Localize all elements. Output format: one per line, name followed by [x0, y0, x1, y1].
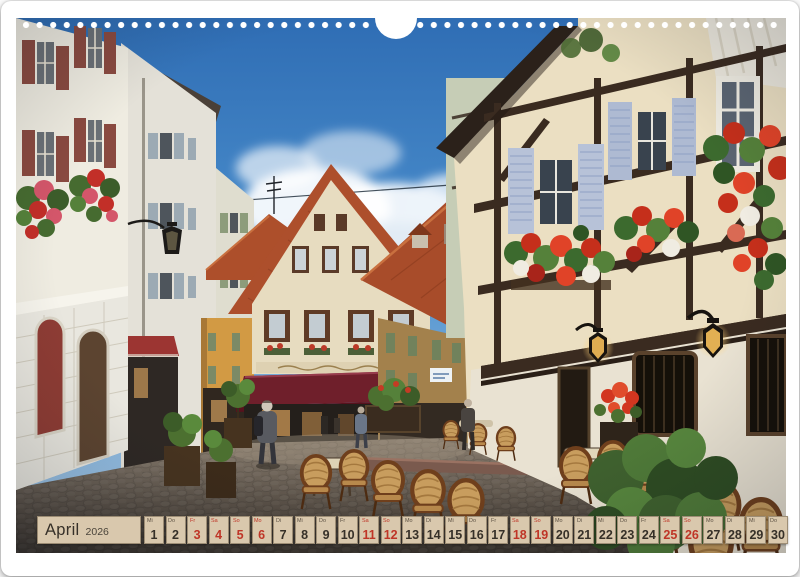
weekday-abbr: Mo: [254, 518, 262, 523]
day-number: 9: [317, 528, 335, 542]
calendar-day-cell: Mo 20: [553, 516, 573, 544]
year-label: 2026: [86, 523, 109, 538]
calendar-day-cell: Mo 13: [402, 516, 422, 544]
weekday-abbr: Sa: [211, 518, 218, 523]
calendar-day-cell: So 19: [531, 516, 551, 544]
calendar-day-cell: Mo 6: [252, 516, 272, 544]
weekday-abbr: Mi: [749, 518, 755, 523]
day-number: 1: [145, 528, 163, 542]
day-number: 8: [296, 528, 314, 542]
calendar-day-cell: Mi 1: [144, 516, 164, 544]
day-number: 10: [339, 528, 357, 542]
calendar-day-cell: Do 2: [166, 516, 186, 544]
calendar-day-cell: Do 16: [467, 516, 487, 544]
calendar-day-cell: Fr 3: [187, 516, 207, 544]
calendar-day-cell: Do 23: [617, 516, 637, 544]
calendar-day-cell: So 12: [381, 516, 401, 544]
weekday-abbr: Sa: [362, 518, 369, 523]
day-number: 11: [360, 528, 378, 542]
day-number: 29: [747, 528, 765, 542]
day-number: 15: [446, 528, 464, 542]
day-number: 21: [575, 528, 593, 542]
weekday-abbr: Di: [426, 518, 431, 523]
day-number: 28: [726, 528, 744, 542]
day-number: 6: [253, 528, 271, 542]
day-number: 5: [231, 528, 249, 542]
weekday-abbr: So: [684, 518, 691, 523]
calendar-day-cell: Sa 25: [660, 516, 680, 544]
day-number: 25: [661, 528, 679, 542]
calendar-day-cell: Sa 11: [359, 516, 379, 544]
calendar-day-cell: Di 28: [725, 516, 745, 544]
weekday-abbr: Fr: [340, 518, 345, 523]
day-number: 7: [274, 528, 292, 542]
photo-vignette: [16, 18, 786, 553]
weekday-abbr: So: [383, 518, 390, 523]
weekday-abbr: Do: [469, 518, 476, 523]
calendar-day-cell: So 26: [682, 516, 702, 544]
weekday-abbr: Do: [770, 518, 777, 523]
day-number: 12: [382, 528, 400, 542]
weekday-abbr: Mi: [147, 518, 153, 523]
weekday-abbr: Fr: [491, 518, 496, 523]
weekday-abbr: Fr: [190, 518, 195, 523]
calendar-day-cell: Fr 17: [488, 516, 508, 544]
calendar-day-cell: Mi 22: [596, 516, 616, 544]
calendar-strip: April 2026 Mi1Do2Fr3Sa4So5Mo6Di7Mi8Do9Fr…: [37, 516, 788, 544]
weekday-abbr: Do: [620, 518, 627, 523]
month-box: April 2026: [37, 516, 141, 544]
calendar-day-cell: Di 7: [273, 516, 293, 544]
day-number: 26: [683, 528, 701, 542]
calendar-day-cell: Di 14: [424, 516, 444, 544]
weekday-abbr: Mi: [297, 518, 303, 523]
day-number: 24: [640, 528, 658, 542]
weekday-abbr: Mo: [405, 518, 413, 523]
weekday-abbr: Di: [276, 518, 281, 523]
calendar-day-cell: Do 9: [316, 516, 336, 544]
weekday-abbr: So: [534, 518, 541, 523]
month-name: April: [45, 521, 80, 540]
calendar-day-cell: Di 21: [574, 516, 594, 544]
calendar-page: April 2026 Mi1Do2Fr3Sa4So5Mo6Di7Mi8Do9Fr…: [1, 1, 799, 576]
calendar-day-cell: Mo 27: [703, 516, 723, 544]
weekday-abbr: Do: [168, 518, 175, 523]
day-number: 20: [554, 528, 572, 542]
weekday-abbr: Fr: [641, 518, 646, 523]
photo-area: [16, 18, 786, 553]
weekday-abbr: Mi: [448, 518, 454, 523]
day-number: 23: [618, 528, 636, 542]
street-scene-photo: [16, 18, 786, 553]
weekday-abbr: Mo: [706, 518, 714, 523]
calendar-day-cell: Mi 29: [746, 516, 766, 544]
day-row: Mi1Do2Fr3Sa4So5Mo6Di7Mi8Do9Fr10Sa11So12M…: [144, 516, 788, 544]
day-number: 22: [597, 528, 615, 542]
day-number: 30: [769, 528, 787, 542]
day-number: 19: [532, 528, 550, 542]
calendar-day-cell: So 5: [230, 516, 250, 544]
weekday-abbr: Sa: [663, 518, 670, 523]
day-number: 27: [704, 528, 722, 542]
day-number: 14: [425, 528, 443, 542]
calendar-day-cell: Do 30: [768, 516, 788, 544]
day-number: 2: [167, 528, 185, 542]
calendar-day-cell: Fr 24: [639, 516, 659, 544]
weekday-abbr: Mo: [555, 518, 563, 523]
day-number: 13: [403, 528, 421, 542]
day-number: 3: [188, 528, 206, 542]
calendar-day-cell: Fr 10: [338, 516, 358, 544]
calendar-day-cell: Mi 8: [295, 516, 315, 544]
calendar-day-cell: Sa 18: [510, 516, 530, 544]
calendar-day-cell: Mi 15: [445, 516, 465, 544]
weekday-abbr: Di: [727, 518, 732, 523]
weekday-abbr: Di: [577, 518, 582, 523]
weekday-abbr: So: [233, 518, 240, 523]
calendar-day-cell: Sa 4: [209, 516, 229, 544]
day-number: 4: [210, 528, 228, 542]
day-number: 17: [489, 528, 507, 542]
weekday-abbr: Do: [319, 518, 326, 523]
weekday-abbr: Sa: [512, 518, 519, 523]
day-number: 18: [511, 528, 529, 542]
day-number: 16: [468, 528, 486, 542]
weekday-abbr: Mi: [598, 518, 604, 523]
